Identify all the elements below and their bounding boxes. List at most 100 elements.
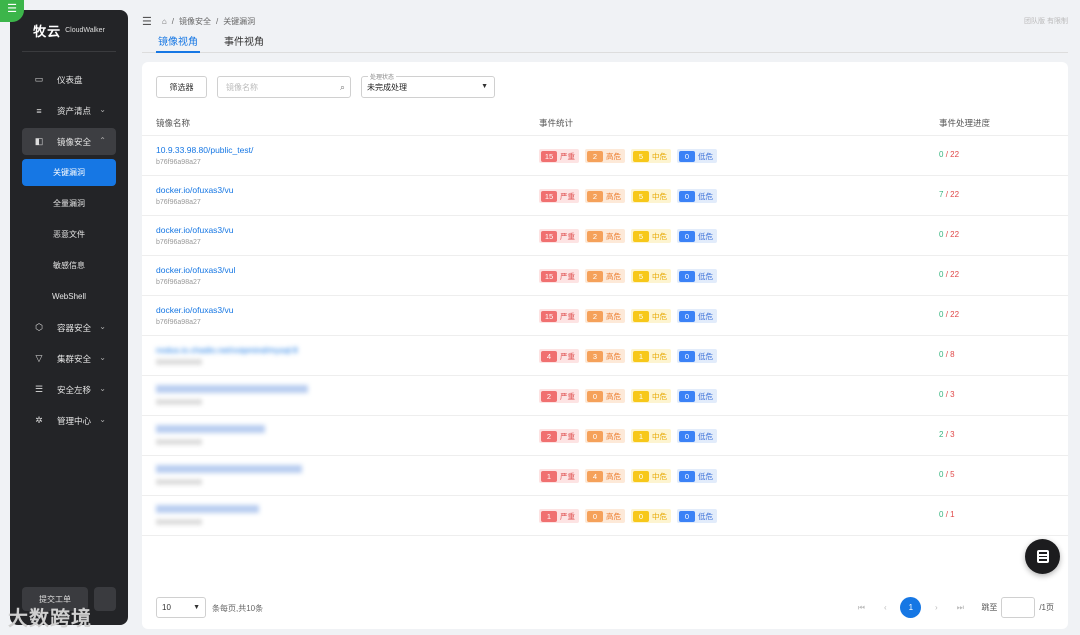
badge-medium: 5 中危 — [631, 189, 671, 203]
page-number-current[interactable]: 1 — [900, 597, 922, 618]
sidebar-subitem-malicious-files[interactable]: 恶意文件 — [22, 221, 116, 248]
sidebar-item-container-security[interactable]: ⬡ 容器安全 ⌄ — [22, 314, 116, 341]
sidebar-item-shift-left[interactable]: ☰ 安全左移 ⌄ — [22, 376, 116, 403]
sidebar-item-label: 镜像安全 — [57, 136, 92, 147]
chevron-down-icon: ⌄ — [99, 353, 106, 362]
badge-count: 0 — [679, 190, 695, 202]
image-name-link[interactable]: 10.9.33.98.80/public_test/ — [156, 145, 253, 155]
first-page-icon[interactable]: ⏮ — [852, 599, 870, 617]
badge-label: 高危 — [606, 151, 621, 161]
status-select-value: 未完成处理 — [367, 82, 407, 92]
prev-page-icon[interactable]: ‹ — [876, 599, 894, 617]
event-progress: 0 / 8 — [939, 350, 955, 359]
badge-high: 2 高危 — [585, 189, 625, 203]
sidebar-subitem-sensitive-info[interactable]: 敏感信息 — [22, 252, 116, 279]
badge-label: 严重 — [560, 151, 575, 161]
filter-button[interactable]: 筛选器 — [156, 76, 207, 98]
event-badges: 15 严重 2 高危 5 中危 0 低危 — [539, 149, 717, 163]
event-badges: 1 严重 4 高危 0 中危 0 低危 — [539, 469, 717, 483]
floating-help-button[interactable] — [1025, 539, 1060, 574]
badge-count: 0 — [587, 510, 603, 522]
sidebar-item-cluster-security[interactable]: ▽ 集群安全 ⌄ — [22, 345, 116, 372]
badge-count: 1 — [541, 470, 557, 482]
search-icon: ⌕ — [339, 82, 345, 92]
badge-count: 4 — [541, 350, 557, 362]
badge-count: 15 — [541, 310, 557, 322]
badge-count: 2 — [587, 190, 603, 202]
badge-label: 中危 — [652, 271, 667, 281]
progress-total: / 22 — [945, 310, 960, 319]
cluster-icon: ▽ — [35, 353, 43, 363]
image-name-link[interactable] — [156, 385, 308, 393]
sidebar-subitem-all-vulns[interactable]: 全量漏洞 — [22, 190, 116, 217]
image-name-link[interactable] — [156, 465, 302, 473]
badge-high: 2 高危 — [585, 149, 625, 163]
badge-medium: 5 中危 — [631, 269, 671, 283]
event-badges: 15 严重 2 高危 5 中危 0 低危 — [539, 189, 717, 203]
badge-medium: 5 中危 — [631, 229, 671, 243]
page-jump-input[interactable] — [1001, 597, 1036, 618]
badge-medium: 0 中危 — [631, 509, 671, 523]
badge-low: 0 低危 — [677, 349, 717, 363]
home-icon[interactable]: ⌂ — [162, 17, 167, 26]
image-name-link[interactable]: docker.io/ofuxas3/vul — [156, 265, 235, 275]
badge-label: 中危 — [652, 471, 667, 481]
image-name-link[interactable] — [156, 505, 259, 513]
sidebar-item-dashboard[interactable]: ▭ 仪表盘 — [22, 66, 116, 93]
badge-high: 2 高危 — [585, 309, 625, 323]
image-name-link[interactable]: docker.io/ofuxas3/vu — [156, 305, 234, 315]
page-size-select[interactable]: 10 ▼ — [156, 597, 206, 618]
sidebar-item-label: 管理中心 — [57, 415, 92, 426]
badge-count: 2 — [587, 230, 603, 242]
badge-label: 中危 — [652, 351, 667, 361]
badge-label: 中危 — [652, 511, 667, 521]
pagination-nav: ⏮ ‹ 1 › ⏭ 跳至 /1页 — [852, 597, 1054, 618]
image-name-link[interactable]: docker.io/ofuxas3/vu — [156, 225, 234, 235]
sidebar-item-image-security[interactable]: ◧ 镜像安全 ⌃ — [22, 128, 116, 155]
pagination: 10 ▼ 条每页,共10条 ⏮ ‹ 1 › ⏭ 跳至 /1页 — [156, 597, 1054, 619]
status-select[interactable]: 处理状态 未完成处理 ▼ — [361, 72, 495, 98]
sidebar-item-assets[interactable]: ≡ 资产清点 ⌄ — [22, 97, 116, 124]
badge-count: 0 — [633, 510, 649, 522]
badge-label: 高危 — [606, 191, 621, 201]
image-name-link[interactable]: docker.io/ofuxas3/vu — [156, 185, 234, 195]
badge-high: 3 高危 — [585, 349, 625, 363]
table-row: 2 严重 0 高危 1 中危 0 低危 0 / 3 — [142, 376, 1068, 416]
topbar: ☰ ⌂ / 镜像安全 / 关键漏洞 团队版 有限制 — [142, 14, 1068, 28]
sidebar-menu: ▭ 仪表盘 ≡ 资产清点 ⌄ ◧ 镜像安全 ⌃ 关键漏洞 全量漏洞 恶意文件 敏… — [10, 66, 128, 434]
sidebar-item-label: 安全左移 — [57, 384, 92, 395]
badge-high: 4 高危 — [585, 469, 625, 483]
progress-total: / 3 — [945, 430, 955, 439]
last-page-icon[interactable]: ⏭ — [951, 599, 969, 617]
watermark-text: 大数跨境 — [8, 608, 92, 630]
sidebar-subitem-key-vulns[interactable]: 关键漏洞 — [22, 159, 116, 186]
tab-event-view[interactable]: 事件视角 — [224, 33, 264, 53]
pagination-summary: 条每页,共10条 — [212, 604, 264, 613]
search-input[interactable]: 镜像名称 ⌕ — [217, 76, 351, 98]
sidebar-subitem-webshell[interactable]: WebShell — [22, 283, 116, 310]
badge-label: 严重 — [560, 191, 575, 201]
page-jump: 跳至 /1页 — [981, 597, 1054, 618]
user-label[interactable]: 团队版 有限制 — [1024, 16, 1068, 26]
image-name-link[interactable]: nodus.io.chadio.net/voipmind/mysql:8 — [156, 345, 298, 355]
badge-low: 0 低危 — [677, 149, 717, 163]
badge-label: 高危 — [606, 511, 621, 521]
badge-label: 低危 — [698, 231, 713, 241]
next-page-icon[interactable]: › — [927, 599, 945, 617]
breadcrumb-separator: / — [215, 16, 219, 26]
main-card: 筛选器 镜像名称 ⌕ 处理状态 未完成处理 ▼ 镜像名称 事件统计 事件处理进度… — [142, 62, 1068, 629]
badge-count: 1 — [633, 390, 649, 402]
badge-label: 高危 — [606, 471, 621, 481]
sidebar-item-management[interactable]: ✲ 管理中心 ⌄ — [22, 407, 116, 434]
chevron-down-icon: ⌄ — [99, 322, 106, 331]
caret-down-icon: ▼ — [481, 83, 488, 90]
menu-toggle-icon[interactable]: ☰ — [142, 15, 152, 28]
badge-count: 0 — [679, 270, 695, 282]
image-name-link[interactable] — [156, 425, 265, 433]
tab-image-view[interactable]: 镜像视角 — [156, 33, 200, 53]
badge-count: 5 — [633, 190, 649, 202]
sidebar-collapse-button[interactable] — [94, 587, 116, 611]
badge-label: 高危 — [606, 431, 621, 441]
badge-low: 0 低危 — [677, 389, 717, 403]
breadcrumb-item[interactable]: 镜像安全 — [179, 16, 211, 27]
